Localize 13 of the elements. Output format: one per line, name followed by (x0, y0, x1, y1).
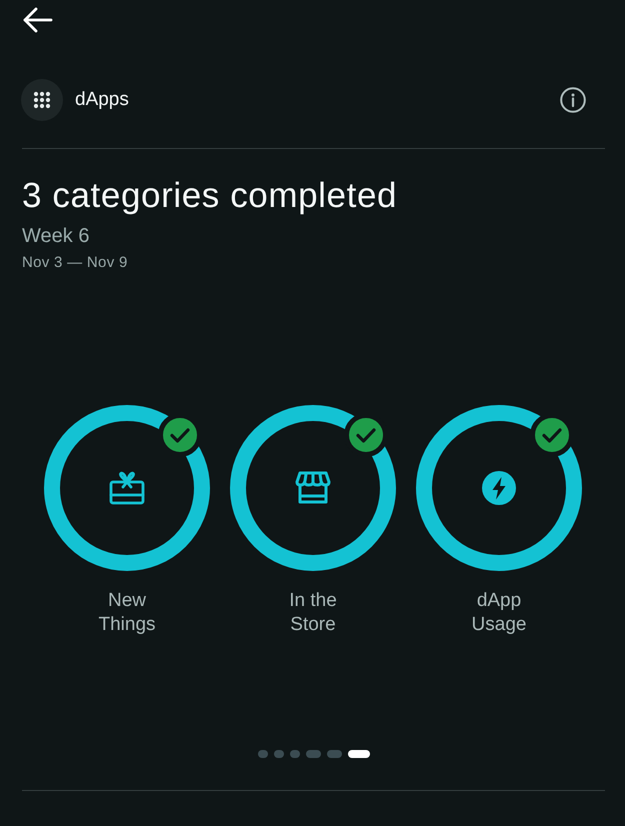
store-icon (295, 471, 331, 505)
info-icon[interactable] (560, 87, 586, 113)
category-label: dApp Usage (470, 589, 528, 637)
date-range: Nov 3 — Nov 9 (22, 254, 129, 272)
summary-title: 3 categories completed (22, 176, 398, 215)
section-title: dApps (75, 89, 130, 111)
category-label: New Things (97, 589, 157, 637)
lightning-icon (482, 471, 516, 505)
gift-card-icon (109, 471, 145, 505)
week-label: Week 6 (22, 224, 90, 248)
back-arrow-icon (23, 7, 53, 33)
category-label: In the Store (288, 589, 338, 637)
grid-icon (21, 79, 63, 121)
